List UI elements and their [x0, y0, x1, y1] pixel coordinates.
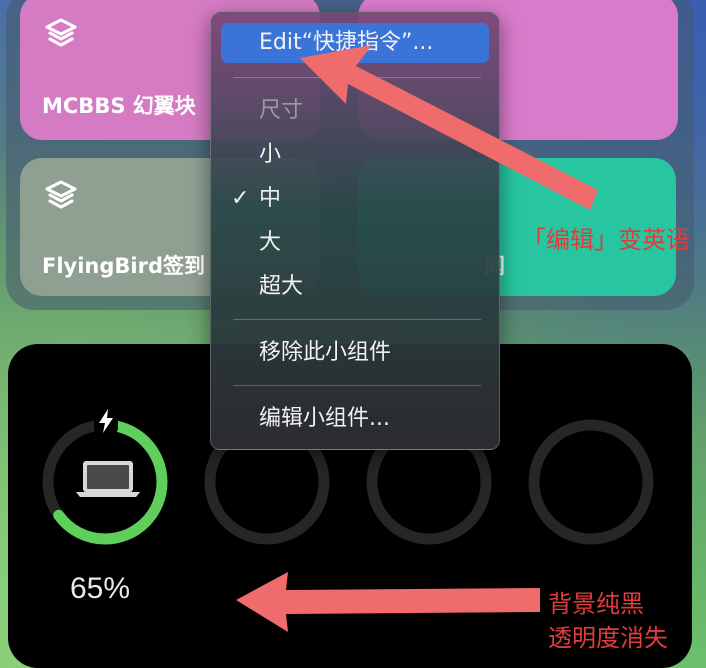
- annotation-bg-note-line2: 透明度消失: [548, 624, 668, 652]
- arrow-to-battery-widget: [236, 572, 540, 632]
- annotation-arrows: [236, 45, 598, 632]
- annotation-bg-note-line1: 背景纯黑: [548, 590, 644, 618]
- arrow-to-edit-item: [300, 45, 598, 210]
- annotation-edit-note: 「编辑」变英语: [522, 226, 690, 254]
